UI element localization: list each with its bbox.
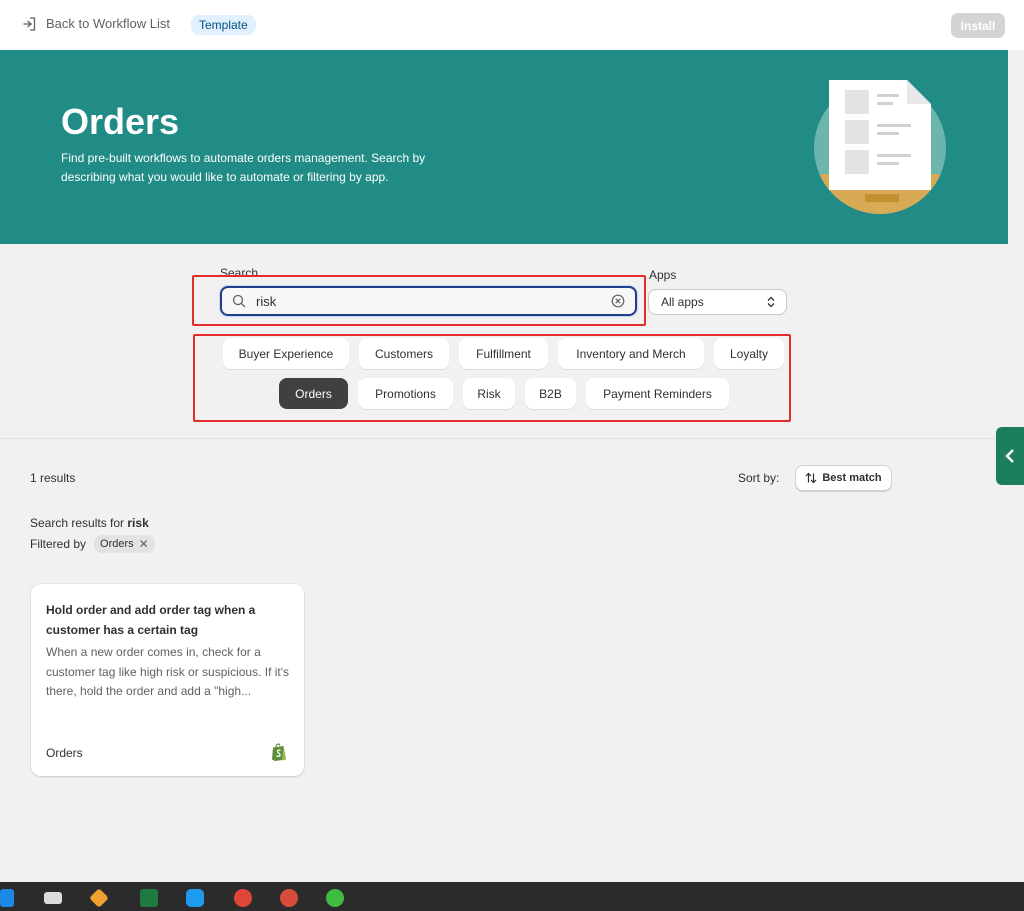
- apps-selected-value: All apps: [661, 295, 704, 309]
- chrome-icon[interactable]: [234, 889, 252, 907]
- apps-select[interactable]: All apps: [648, 289, 787, 315]
- vscode-icon[interactable]: [0, 889, 14, 907]
- apps-label: Apps: [649, 268, 677, 282]
- template-badge: Template: [191, 15, 256, 35]
- exit-arrow-icon: [23, 16, 36, 31]
- filter-tag-label: Orders: [100, 538, 134, 550]
- search-input[interactable]: [256, 293, 611, 309]
- chip-b2b[interactable]: B2B: [525, 378, 576, 409]
- chip-customers[interactable]: Customers: [359, 338, 449, 369]
- wechat-icon[interactable]: [326, 889, 344, 907]
- chip-inventory-and-merch[interactable]: Inventory and Merch: [558, 338, 704, 369]
- chip-fulfillment[interactable]: Fulfillment: [459, 338, 548, 369]
- side-panel-toggle[interactable]: [996, 427, 1024, 485]
- install-button[interactable]: Install: [951, 13, 1005, 38]
- search-label: Search: [220, 266, 259, 280]
- sort-value: Best match: [822, 472, 882, 484]
- chrome-alt-icon[interactable]: [280, 889, 298, 907]
- search-results-prefix: Search results for: [30, 516, 125, 530]
- git-icon[interactable]: [89, 888, 109, 908]
- workflow-card[interactable]: Hold order and add order tag when a cust…: [31, 584, 304, 776]
- filtered-by-label: Filtered by: [30, 537, 87, 551]
- search-icon: [232, 294, 246, 308]
- back-to-workflow-list-link[interactable]: Back to Workflow List: [22, 16, 170, 31]
- top-bar: Back to Workflow List Template Install: [0, 0, 1024, 50]
- chip-orders[interactable]: Orders: [279, 378, 348, 409]
- back-link-label: Back to Workflow List: [46, 16, 171, 31]
- media-player-icon[interactable]: [186, 889, 204, 907]
- search-field[interactable]: [220, 286, 637, 316]
- remove-filter-icon[interactable]: ✕: [139, 537, 149, 551]
- document-illustration-icon: [814, 80, 946, 214]
- workflow-card-title: Hold order and add order tag when a cust…: [46, 603, 256, 637]
- chip-promotions[interactable]: Promotions: [358, 378, 453, 409]
- section-divider: [0, 438, 1008, 439]
- select-chevrons-icon: [767, 296, 775, 308]
- filtered-by-row: Filtered by Orders ✕: [30, 535, 155, 553]
- window-app-icon[interactable]: [44, 892, 62, 904]
- results-count: 1 results: [30, 471, 76, 485]
- shopify-logo-icon: [272, 743, 286, 761]
- chip-loyalty[interactable]: Loyalty: [714, 338, 784, 369]
- chevron-left-icon: [1005, 449, 1014, 463]
- excel-icon[interactable]: [140, 889, 158, 907]
- workflow-card-description: When a new order comes in, check for a c…: [46, 645, 290, 698]
- search-results-summary: Search results for risk: [30, 516, 149, 530]
- chip-risk[interactable]: Risk: [463, 378, 515, 409]
- page-title: Orders: [61, 101, 180, 142]
- sort-button[interactable]: Best match: [795, 465, 892, 491]
- page-description: Find pre-built workflows to automate ord…: [61, 151, 426, 184]
- sort-label: Sort by:: [738, 471, 780, 485]
- chip-payment-reminders[interactable]: Payment Reminders: [586, 378, 729, 409]
- workflow-card-category: Orders: [46, 746, 83, 760]
- clear-search-icon[interactable]: [611, 294, 625, 308]
- os-taskbar: [0, 882, 1024, 911]
- chip-buyer-experience[interactable]: Buyer Experience: [223, 338, 349, 369]
- hero-banner: Orders Find pre-built workflows to autom…: [0, 50, 1008, 244]
- filter-tag: Orders ✕: [94, 535, 155, 553]
- search-term: risk: [127, 516, 149, 530]
- sort-arrows-icon: [805, 472, 817, 484]
